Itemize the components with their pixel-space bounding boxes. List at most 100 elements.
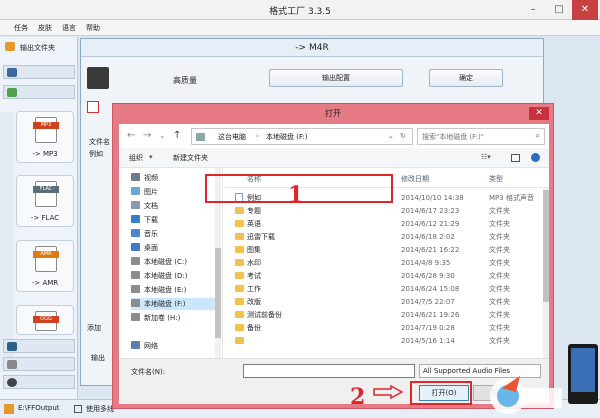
nav-label: 网络	[144, 342, 158, 350]
output-path: E:\FFOutput	[18, 404, 60, 412]
address-drive[interactable]: 本地磁盘 (F:)	[266, 132, 308, 142]
folder-icon	[235, 246, 244, 253]
flac-tag: FLAC	[33, 186, 59, 193]
address-separator-icon: ›	[256, 132, 259, 140]
search-placeholder: 搜索"本地磁盘 (F:)"	[422, 133, 484, 141]
category-rom[interactable]	[3, 357, 75, 371]
file-row[interactable]: 图集 2014/6/21 16:22 文件夹	[225, 244, 541, 256]
file-type: 文件夹	[489, 285, 510, 293]
picture-icon	[7, 342, 17, 351]
file-row[interactable]: 迅雷下载 2014/6/18 2:02 文件夹	[225, 231, 541, 243]
nav-label: 本地磁盘 (C:)	[144, 258, 187, 266]
address-row: ← → ⌄ ↑ 这台电脑 › 本地磁盘 (F:) ⌄ ↻ 搜索"本地磁盘 (F:…	[119, 124, 549, 148]
format-mp3-button[interactable]: MP3 -> MP3	[16, 111, 74, 163]
add-label[interactable]: 添加	[87, 323, 101, 333]
nav-item-drive-h[interactable]: 新加卷 (H:)	[131, 312, 219, 324]
format-ogg-button[interactable]: OGG	[16, 305, 74, 335]
refresh-icon[interactable]: ↻	[400, 132, 406, 140]
category-tools[interactable]	[3, 375, 75, 389]
output-folder-button[interactable]: 输出文件夹	[2, 39, 76, 55]
annotation-step-2: 2	[350, 384, 366, 410]
filename-input[interactable]	[243, 364, 415, 378]
close-button[interactable]: ✕	[572, 0, 598, 20]
highlight-box-open	[410, 381, 472, 405]
multithread-label: 使用多线	[86, 405, 114, 413]
picture-icon	[131, 187, 140, 195]
minimize-button[interactable]: –	[520, 0, 546, 20]
menu-skin[interactable]: 皮肤	[38, 23, 52, 33]
file-list-scroll-thumb[interactable]	[543, 190, 549, 302]
file-name: 考试	[247, 272, 261, 280]
search-box[interactable]: 搜索"本地磁盘 (F:)" ⌕	[417, 128, 545, 145]
menu-language[interactable]: 语言	[62, 23, 76, 33]
file-list-scrollbar[interactable]	[543, 188, 549, 358]
m4r-ok-button[interactable]: 确定	[429, 69, 503, 87]
organize-chevron-icon: ▾	[149, 153, 153, 161]
format-amr-button[interactable]: AMR -> AMR	[16, 240, 74, 292]
column-date[interactable]: 修改日期	[401, 174, 429, 184]
address-bar[interactable]: 这台电脑 › 本地磁盘 (F:) ⌄ ↻	[191, 128, 413, 145]
file-row[interactable]: 改版 2014/7/5 22:07 文件夹	[225, 296, 541, 308]
file-row[interactable]: 测试前备份 2014/6/21 19:26 文件夹	[225, 309, 541, 321]
drive-icon	[131, 299, 140, 307]
column-type[interactable]: 类型	[489, 174, 503, 184]
delete-icon[interactable]	[87, 101, 99, 113]
menu-tasks[interactable]: 任务	[14, 23, 28, 33]
nav-item-drive-f[interactable]: 本地磁盘 (F:)	[131, 298, 219, 310]
address-dropdown-icon[interactable]: ⌄	[388, 132, 394, 140]
file-date: 2014/7/19 0:28	[401, 324, 455, 332]
category-video[interactable]	[3, 65, 75, 79]
nav-label: 新加卷 (H:)	[144, 314, 181, 322]
multithread-checkbox[interactable]	[74, 405, 82, 413]
nav-item-network[interactable]: 网络	[131, 340, 219, 352]
back-icon[interactable]: ←	[127, 130, 135, 141]
quality-label: 高质量	[173, 76, 197, 85]
folder-icon	[5, 42, 15, 51]
output-settings-button[interactable]: 输出配置	[269, 69, 403, 87]
network-icon	[131, 341, 140, 349]
file-row[interactable]: 专题 2014/6/17 23:23 文件夹	[225, 205, 541, 217]
file-row[interactable]: 工作 2014/6/24 15:08 文件夹	[225, 283, 541, 295]
open-dialog-close-button[interactable]: ✕	[529, 107, 549, 120]
document-icon	[131, 201, 140, 209]
address-pc[interactable]: 这台电脑	[218, 132, 246, 142]
category-audio[interactable]	[3, 85, 75, 99]
music-icon	[131, 229, 140, 237]
up-icon[interactable]: ↑	[173, 130, 181, 141]
view-options-icon[interactable]: ☷▾	[481, 153, 491, 161]
file-row[interactable]: 英语 2014/6/12 21:29 文件夹	[225, 218, 541, 230]
recent-chevron-icon[interactable]: ⌄	[159, 131, 166, 140]
folder-icon	[235, 233, 244, 240]
nav-item-downloads[interactable]: 下载	[131, 214, 219, 226]
watermark-logo	[490, 344, 598, 414]
file-date: 2014/6/18 2:02	[401, 233, 455, 241]
drive-icon	[131, 285, 140, 293]
file-row[interactable]: 考试 2014/6/28 9:30 文件夹	[225, 270, 541, 282]
help-icon[interactable]	[531, 153, 540, 162]
folder-icon	[235, 337, 244, 344]
folder-icon	[235, 272, 244, 279]
nav-item-music[interactable]: 音乐	[131, 228, 219, 240]
file-date: 2014/6/28 9:30	[401, 272, 455, 280]
file-row[interactable]: 备份 2014/7/19 0:28 文件夹	[225, 322, 541, 334]
organize-menu[interactable]: 组织	[129, 153, 143, 163]
search-icon[interactable]: ⌕	[536, 131, 540, 141]
file-type: 文件夹	[489, 311, 510, 319]
file-name: 工作	[247, 285, 261, 293]
nav-item-drive-d[interactable]: 本地磁盘 (D:)	[131, 270, 219, 282]
forward-icon[interactable]: →	[143, 130, 151, 141]
category-picture[interactable]	[3, 339, 75, 353]
file-row[interactable]: 水印 2014/4/8 9:35 文件夹	[225, 257, 541, 269]
nav-item-drive-e[interactable]: 本地磁盘 (E:)	[131, 284, 219, 296]
nav-item-desktop[interactable]: 桌面	[131, 242, 219, 254]
new-folder-button[interactable]: 新建文件夹	[173, 153, 208, 163]
maximize-button[interactable]: □	[546, 0, 572, 20]
folder-icon[interactable]	[4, 404, 14, 414]
format-flac-button[interactable]: FLAC -> FLAC	[16, 175, 74, 227]
preview-pane-icon[interactable]	[511, 154, 520, 162]
menu-help[interactable]: 帮助	[86, 23, 100, 33]
nav-item-drive-c[interactable]: 本地磁盘 (C:)	[131, 256, 219, 268]
drive-icon	[131, 271, 140, 279]
folder-icon	[235, 311, 244, 318]
nav-scroll-thumb[interactable]	[215, 248, 221, 338]
